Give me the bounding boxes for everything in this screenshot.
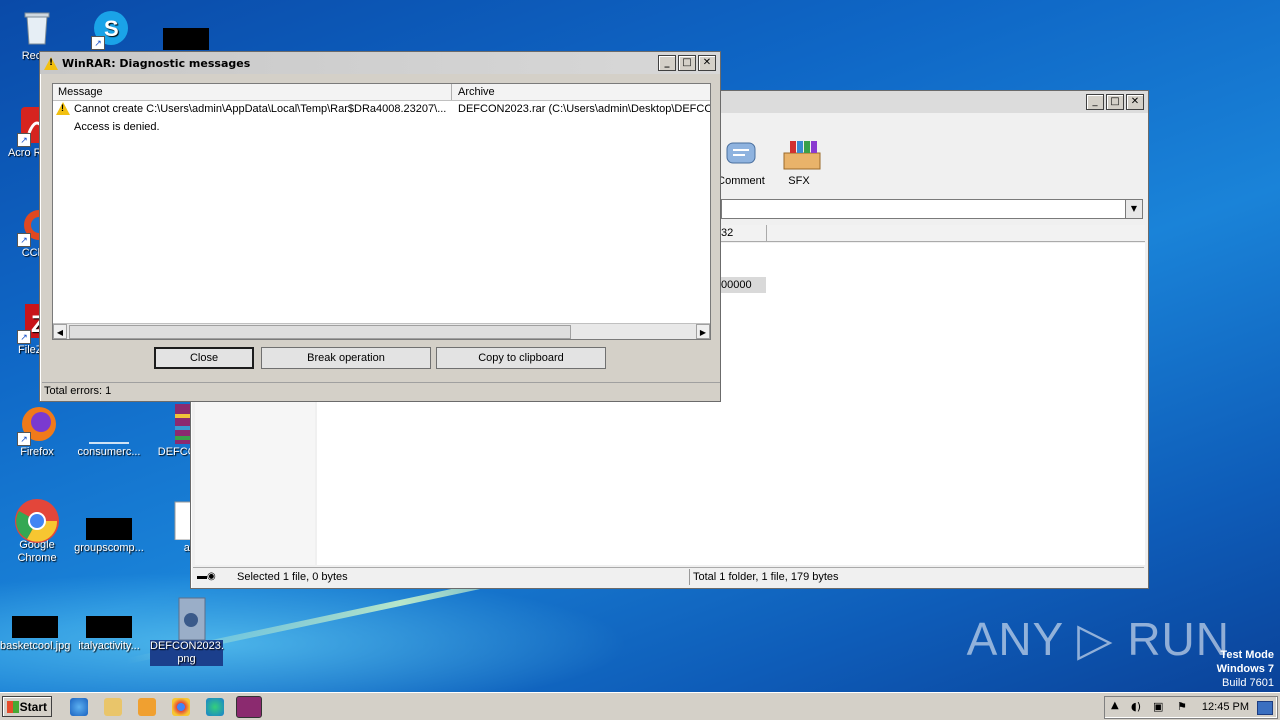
- png-file-icon: [167, 596, 207, 641]
- diagnostic-messages-dialog[interactable]: WinRAR: Diagnostic messages _ □ ✕ Messag…: [39, 51, 721, 402]
- close-button[interactable]: ✕: [698, 55, 716, 71]
- network-icon[interactable]: ▣: [1153, 700, 1163, 713]
- desktop-icon-text-file[interactable]: a.t: [146, 500, 196, 555]
- image-file-icon: [12, 616, 58, 638]
- taskbar: Start ▲ ◖) ▣ ⚑ 12:45 PM: [0, 692, 1280, 720]
- close-button[interactable]: ✕: [1126, 94, 1144, 110]
- sfx-icon: [782, 139, 821, 171]
- system-tray: ▲ ◖) ▣ ⚑ 12:45 PM: [1104, 696, 1278, 719]
- edge-icon[interactable]: [206, 698, 224, 716]
- maximize-button[interactable]: □: [1106, 94, 1124, 110]
- desktop-icon-chrome[interactable]: Google Chrome: [2, 497, 72, 565]
- desktop-icon-consumer[interactable]: consumerc...: [74, 404, 144, 459]
- file-list-header: 32: [721, 225, 1145, 242]
- desktop-icon-basketcool[interactable]: basketcool.jpg: [0, 616, 70, 653]
- start-button[interactable]: Start: [2, 696, 52, 717]
- windows-flag-icon: [7, 701, 19, 713]
- media-player-icon[interactable]: [138, 698, 156, 716]
- warning-icon: [56, 102, 74, 116]
- dialog-title: WinRAR: Diagnostic messages: [62, 56, 251, 70]
- drive-status-icon[interactable]: ▬◉: [197, 571, 216, 582]
- firefox-icon: ↗: [17, 404, 57, 446]
- show-hidden-icons-icon[interactable]: ▲: [1111, 700, 1119, 711]
- dialog-status: Total errors: 1: [42, 382, 720, 399]
- shortcut-arrow-icon: ↗: [91, 36, 105, 50]
- text-file-icon: [151, 500, 194, 541]
- file-row-crc-value[interactable]: 00000: [721, 277, 766, 293]
- message-row-text[interactable]: Cannot create C:\Users\admin\AppData\Loc…: [74, 103, 448, 115]
- column-header-crc32[interactable]: 32: [721, 227, 733, 239]
- folder-tree-pane[interactable]: [195, 391, 315, 565]
- desktop-icon-defcon-png[interactable]: DEFCON2023. png: [150, 596, 224, 666]
- copy-to-clipboard-button[interactable]: Copy to clipboard: [436, 347, 606, 369]
- anyrun-watermark-logo: ANY ▷ RUN: [966, 613, 1230, 665]
- show-desktop-icon[interactable]: [1257, 701, 1273, 715]
- status-divider: [689, 569, 690, 585]
- scroll-right-icon[interactable]: ▶: [696, 324, 710, 339]
- column-separator[interactable]: [766, 225, 767, 241]
- scroll-left-icon[interactable]: ◀: [53, 324, 67, 339]
- status-total: Total 1 folder, 1 file, 179 bytes: [693, 571, 839, 583]
- test-mode-watermark: Test Mode Windows 7 Build 7601: [1216, 649, 1274, 689]
- file-icon: [86, 616, 132, 638]
- chrome-icon: [15, 497, 59, 543]
- recycle-bin-icon: [17, 8, 57, 48]
- message-row-archive[interactable]: DEFCON2023.rar (C:\Users\admin\Desktop\D…: [458, 103, 710, 115]
- status-selected: Selected 1 file, 0 bytes: [237, 571, 348, 583]
- maximize-button[interactable]: □: [678, 55, 696, 71]
- svg-text:S: S: [104, 16, 119, 41]
- message-row-detail[interactable]: Access is denied.: [74, 121, 160, 133]
- column-header-archive[interactable]: Archive: [458, 86, 495, 98]
- scrollbar-thumb[interactable]: [69, 325, 571, 339]
- shortcut-arrow-icon: ↗: [17, 133, 31, 147]
- path-combobox[interactable]: ▼: [721, 199, 1143, 219]
- desktop-icon-redacted[interactable]: [163, 28, 209, 50]
- file-icon: [86, 518, 132, 540]
- explorer-folder-icon[interactable]: [104, 698, 122, 716]
- skype-icon: S ↗: [91, 8, 131, 50]
- sfx-button[interactable]: SFX: [769, 139, 829, 187]
- winrar-taskbar-icon[interactable]: [236, 696, 262, 718]
- shortcut-arrow-icon: ↗: [17, 233, 31, 247]
- column-header-message[interactable]: Message: [58, 86, 103, 98]
- warning-icon: [44, 56, 58, 70]
- desktop-icon-groupscomp[interactable]: groupscomp...: [74, 518, 144, 555]
- break-operation-button[interactable]: Break operation: [261, 347, 431, 369]
- diagnostic-titlebar[interactable]: WinRAR: Diagnostic messages _ □ ✕: [40, 52, 720, 74]
- shortcut-arrow-icon: ↗: [17, 330, 31, 344]
- minimize-button[interactable]: _: [1086, 94, 1104, 110]
- winrar-main-statusbar: ▬◉ Selected 1 file, 0 bytes Total 1 fold…: [193, 567, 1144, 586]
- shortcut-arrow-icon: ↗: [17, 432, 31, 446]
- desktop-icon-firefox[interactable]: ↗ Firefox: [2, 404, 72, 459]
- clock[interactable]: 12:45 PM: [1202, 701, 1249, 713]
- chrome-taskbar-icon[interactable]: [172, 698, 190, 716]
- dialog-window-controls: _ □ ✕: [658, 55, 716, 71]
- chevron-down-icon[interactable]: ▼: [1125, 200, 1142, 218]
- desktop-icon-italyactivity[interactable]: italyactivity...: [74, 616, 144, 653]
- file-icon: [89, 404, 133, 444]
- close-dialog-button[interactable]: Close: [154, 347, 254, 369]
- winrar-main-window-controls: _ □ ✕: [1086, 94, 1144, 110]
- action-center-flag-icon[interactable]: ⚑: [1177, 700, 1187, 713]
- internet-explorer-icon[interactable]: [70, 698, 88, 716]
- message-list-header: Message Archive: [53, 84, 710, 101]
- desktop-icon-skype[interactable]: S ↗: [76, 8, 146, 50]
- horizontal-scrollbar[interactable]: ◀ ▶: [53, 323, 710, 339]
- volume-icon[interactable]: ◖): [1131, 700, 1141, 713]
- minimize-button[interactable]: _: [658, 55, 676, 71]
- message-list[interactable]: Message Archive Cannot create C:\Users\a…: [52, 83, 711, 340]
- column-separator[interactable]: [451, 84, 452, 100]
- comment-icon: [724, 139, 758, 171]
